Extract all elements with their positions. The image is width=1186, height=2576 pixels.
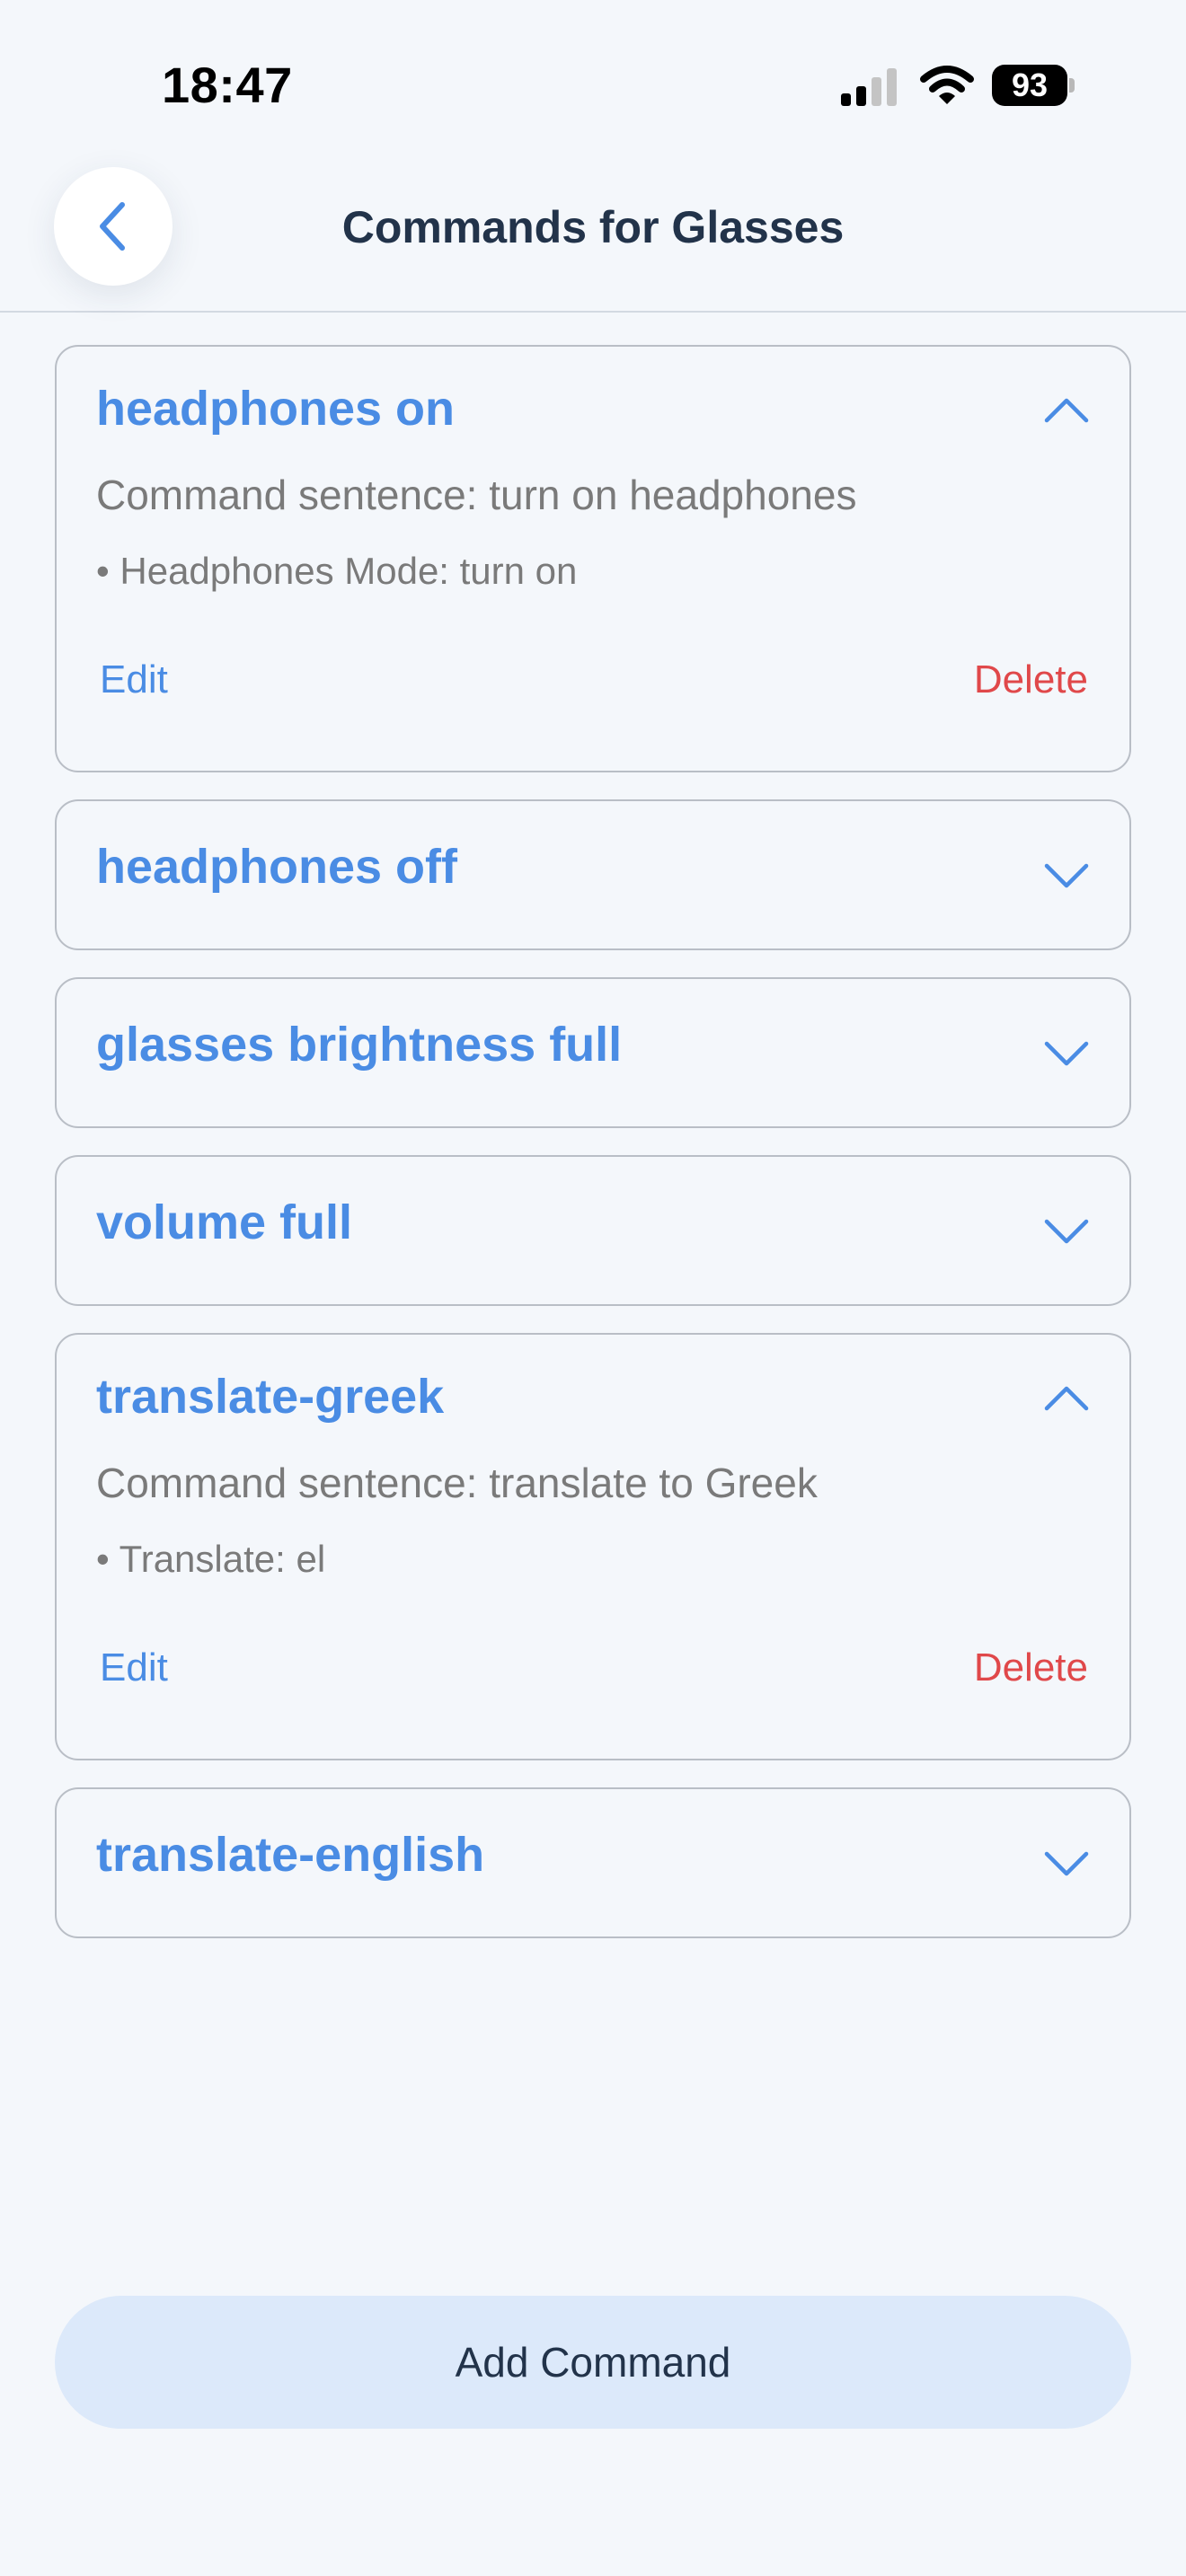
chevron-up-icon[interactable] bbox=[1043, 1385, 1090, 1412]
command-action: • Headphones Mode: turn on bbox=[96, 550, 578, 592]
command-card-translate-greek: translate-greek Command sentence: transl… bbox=[55, 1333, 1131, 1760]
header: Commands for Glasses bbox=[0, 162, 1186, 313]
command-title[interactable]: glasses brightness full bbox=[96, 1017, 622, 1072]
command-card-translate-english[interactable]: translate-english bbox=[55, 1787, 1131, 1938]
edit-button[interactable]: Edit bbox=[100, 657, 168, 702]
command-card-glasses-brightness-full[interactable]: glasses brightness full bbox=[55, 977, 1131, 1128]
battery-tip bbox=[1069, 78, 1075, 93]
battery-icon: 93 bbox=[992, 65, 1075, 106]
status-bar: 18:47 93 bbox=[0, 0, 1186, 162]
command-card-headphones-off[interactable]: headphones off bbox=[55, 799, 1131, 950]
add-command-button[interactable]: Add Command bbox=[55, 2296, 1131, 2429]
command-card-volume-full[interactable]: volume full bbox=[55, 1155, 1131, 1306]
chevron-down-icon[interactable] bbox=[1043, 1218, 1090, 1245]
signal-icon bbox=[841, 68, 897, 106]
command-sentence: Command sentence: translate to Greek bbox=[96, 1460, 818, 1506]
command-card-headphones-on: headphones on Command sentence: turn on … bbox=[55, 345, 1131, 772]
command-title[interactable]: translate-greek bbox=[96, 1369, 444, 1425]
battery-level: 93 bbox=[992, 65, 1067, 106]
command-title[interactable]: translate-english bbox=[96, 1827, 484, 1883]
command-title[interactable]: headphones off bbox=[96, 839, 457, 895]
edit-button[interactable]: Edit bbox=[100, 1645, 168, 1690]
chevron-down-icon[interactable] bbox=[1043, 1850, 1090, 1877]
chevron-down-icon[interactable] bbox=[1043, 1040, 1090, 1067]
command-title[interactable]: volume full bbox=[96, 1195, 352, 1250]
command-action: • Translate: el bbox=[96, 1538, 326, 1580]
status-time: 18:47 bbox=[162, 57, 293, 113]
wifi-icon bbox=[920, 66, 974, 104]
command-sentence: Command sentence: turn on headphones bbox=[96, 472, 857, 518]
chevron-up-icon[interactable] bbox=[1043, 397, 1090, 424]
chevron-down-icon[interactable] bbox=[1043, 862, 1090, 889]
delete-button[interactable]: Delete bbox=[974, 657, 1088, 702]
command-title[interactable]: headphones on bbox=[96, 381, 455, 437]
page-title: Commands for Glasses bbox=[341, 202, 845, 252]
delete-button[interactable]: Delete bbox=[974, 1645, 1088, 1690]
